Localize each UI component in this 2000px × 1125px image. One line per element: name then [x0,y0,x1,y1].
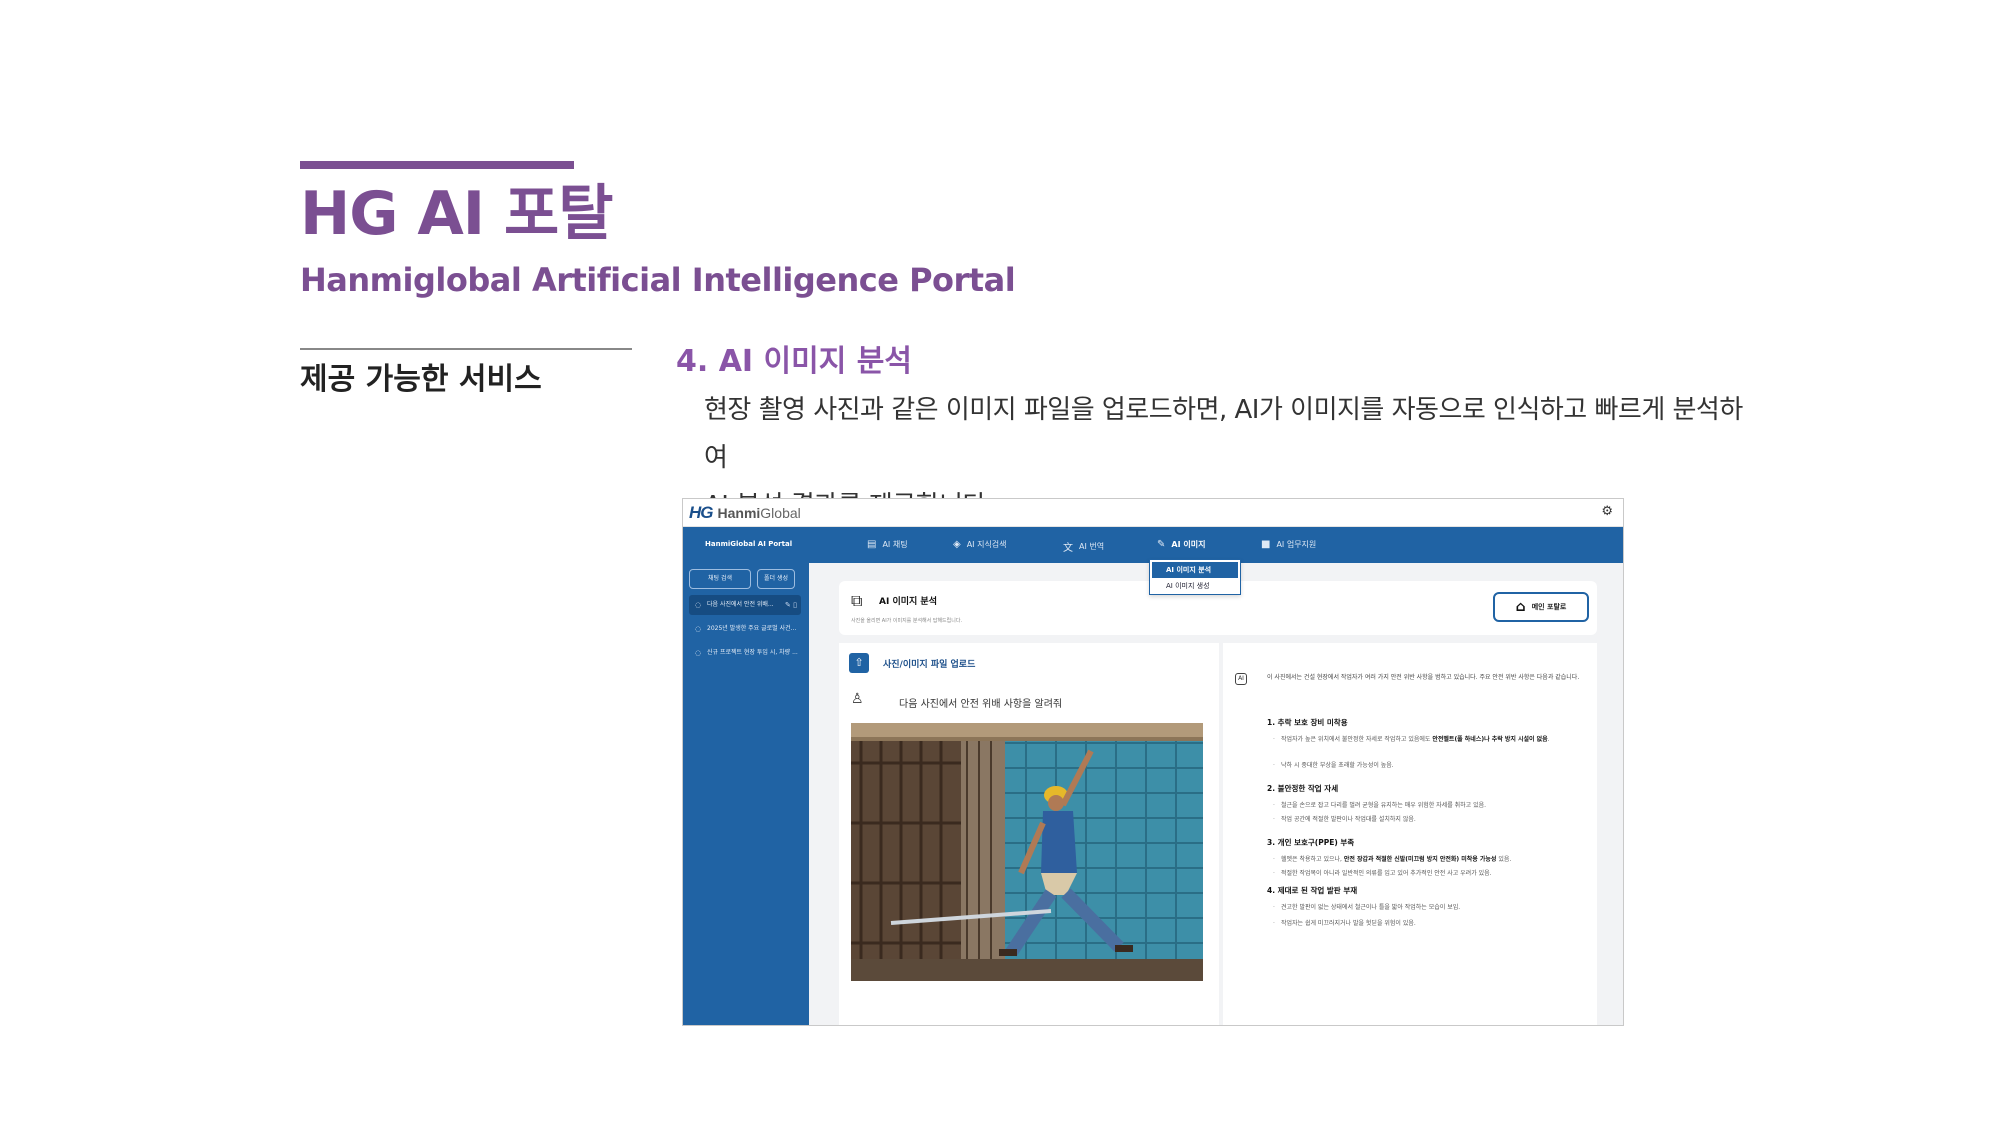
briefcase-icon: ■ [1261,539,1271,550]
result-bullet: 헬멧은 착용하고 있으나, 안전 장갑과 적절한 신발(미끄럼 방지 안전화) … [1273,853,1593,866]
brand-mark: HG [689,503,713,522]
result-intro: 이 사진에서는 건설 현장에서 작업자가 여러 가지 안전 위반 사항을 범하고… [1267,674,1580,681]
uploaded-photo [851,723,1203,981]
result-bullet: 견고한 발판이 없는 상태에서 철근이나 틀을 밟아 작업하는 모습이 보임. [1273,901,1593,914]
chat-history-item[interactable]: ◌ 다음 사진에서 안전 위배... ✎ ▯ [689,595,801,615]
result-bullet: 철근을 손으로 잡고 다리를 벌려 균형을 유지하는 매우 위험한 자세를 취하… [1273,799,1593,812]
upload-icon[interactable]: ⇧ [849,653,869,673]
chat-icon: ▤ [867,539,877,550]
brand-name: HanmiGlobal [717,505,801,521]
upload-panel: ⇧ 사진/이미지 파일 업로드 ♙ 다음 사진에서 안전 위배 사항을 알려줘 [839,643,1219,1025]
user-icon: ♙ [851,691,864,707]
brand-logo[interactable]: HG HanmiGlobal [689,503,801,523]
chat-bubble-icon: ◌ [695,649,702,657]
menu-item-image-analysis[interactable]: AI 이미지 분석 [1152,562,1238,578]
analysis-result-panel: AI 이 사진에서는 건설 현장에서 작업자가 여러 가지 안전 위반 사항을 … [1223,643,1597,1025]
page-subtitle: Hanmiglobal Artificial Intelligence Port… [300,261,1016,299]
translate-icon: 文 [1063,543,1073,554]
service-description-line: 현장 촬영 사진과 같은 이미지 파일을 업로드하면, AI가 이미지를 자동으… [704,395,1743,473]
section-divider [300,348,632,350]
home-icon: ⌂ [1515,599,1526,615]
chat-bubble-icon: ◌ [695,625,702,633]
app-topbar: HG HanmiGlobal ⚙ [683,499,1623,527]
page-title: HG AI 포탈 [300,179,613,249]
portal-name: HanmiGlobal AI Portal [705,540,793,548]
service-heading: 4. AI 이미지 분석 [676,344,912,379]
main-content: ⧉ AI 이미지 분석 사진을 올리면 AI가 이미지를 분석해서 답해드립니다… [809,563,1623,1025]
nav-item-ai-translate[interactable]: 文 AI 번역 [1063,539,1104,554]
result-bullet: 작업자가 높은 위치에서 불안정한 자세로 작업하고 있음에도 안전벨트(풀 하… [1273,733,1593,746]
result-section-heading: 3. 개인 보호구(PPE) 부족 [1267,838,1355,847]
main-portal-button[interactable]: ⌂ 메인 포탈로 [1493,592,1589,622]
nav-item-ai-work-support[interactable]: ■ AI 업무지원 [1261,539,1316,550]
menu-item-image-generation[interactable]: AI 이미지 생성 [1150,578,1240,594]
chat-history-item[interactable]: ◌ 신규 프로젝트 현장 투입 시, 차량 ... [689,643,801,663]
section-label: 제공 가능한 서비스 [300,362,542,397]
title-accent-bar [300,161,574,169]
result-bullet: 작업 공간에 적절한 발판이나 작업대를 설치하지 않음. [1273,813,1593,826]
app-screenshot: HG HanmiGlobal ⚙ HanmiGlobal AI Portal ▤… [682,498,1624,1026]
image-search-icon: ⧉ [851,591,863,610]
user-prompt: 다음 사진에서 안전 위배 사항을 알려줘 [899,699,1063,710]
nav-item-ai-image[interactable]: ✎ AI 이미지 [1157,539,1205,550]
main-nav: HanmiGlobal AI Portal ▤ AI 채팅 ◈ AI 지식검색 文A… [683,527,1623,563]
ai-image-dropdown: AI 이미지 분석 AI 이미지 생성 [1149,559,1241,595]
nav-item-ai-knowledge-search[interactable]: ◈ AI 지식검색 [953,539,1007,550]
new-folder-button[interactable]: 폴더 생성 [757,569,795,589]
ai-assistant-icon: AI [1235,673,1247,685]
result-bullet: 적절한 작업복이 아니라 일반적인 의류를 입고 있어 추가적인 안전 사고 우… [1273,867,1593,880]
edit-delete-icons[interactable]: ✎ ▯ [785,595,797,615]
gear-icon[interactable]: ⚙ [1601,505,1613,519]
result-section-heading: 2. 불안정한 작업 자세 [1267,784,1339,793]
feature-title: AI 이미지 분석 [879,597,937,607]
chat-bubble-icon: ◌ [695,601,702,609]
result-bullet: 작업자는 쉽게 미끄러지거나 발을 헛딛을 위험이 있음. [1273,917,1593,930]
nav-item-ai-chat[interactable]: ▤ AI 채팅 [867,539,908,550]
result-section-heading: 4. 제대로 된 작업 발판 부재 [1267,886,1358,895]
graduation-cap-icon: ◈ [953,539,961,550]
result-section-heading: 1. 추락 보호 장비 미착용 [1267,718,1348,727]
chat-history-item[interactable]: ◌ 2025년 발생한 주요 글로벌 사건... [689,619,801,639]
chat-sidebar: 채팅 검색 폴더 생성 ◌ 다음 사진에서 안전 위배... ✎ ▯ ◌ 2025년… [683,563,809,1025]
pencil-icon: ✎ [1157,539,1166,550]
feature-subtitle: 사진을 올리면 AI가 이미지를 분석해서 답해드립니다. [851,618,963,624]
result-bullet: 낙하 시 중대한 부상을 초래할 가능성이 높음. [1273,759,1593,772]
upload-title[interactable]: 사진/이미지 파일 업로드 [883,657,975,670]
chat-search-button[interactable]: 채팅 검색 [689,569,751,589]
